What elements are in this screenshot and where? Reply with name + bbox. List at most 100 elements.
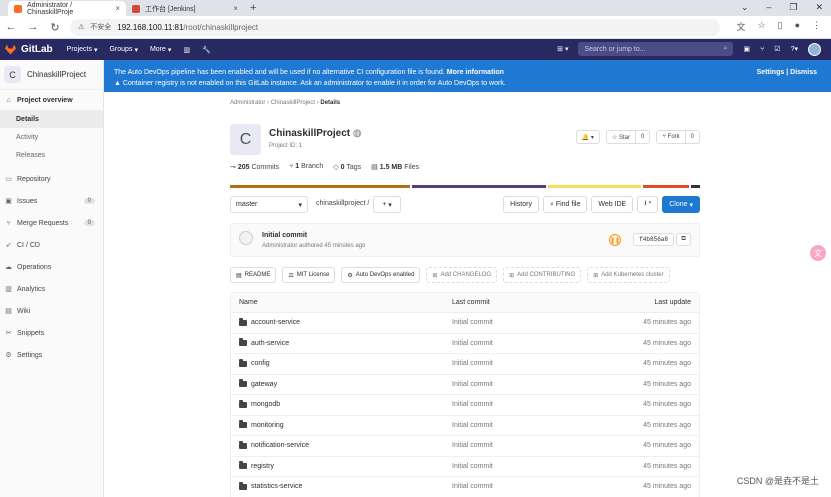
nav-more[interactable]: More ▾ bbox=[150, 46, 171, 54]
banner-dismiss-link[interactable]: Dismiss bbox=[790, 69, 817, 76]
search-input[interactable]: Search or jump to... ⌕ bbox=[578, 42, 734, 56]
shortcut-mit-license[interactable]: ⚖ MIT License bbox=[282, 267, 336, 283]
sidebar-sub-activity[interactable]: Activity bbox=[0, 128, 103, 146]
row-commit[interactable]: Initial commit bbox=[452, 401, 493, 408]
tags-link[interactable]: ◇ 0 Tags bbox=[333, 163, 361, 171]
sidebar-item-wiki[interactable]: ▤ Wiki bbox=[0, 300, 103, 322]
fork-button[interactable]: ⑂ Fork 0 bbox=[656, 130, 700, 144]
profile-icon[interactable]: ● bbox=[795, 20, 800, 33]
commit-title[interactable]: Initial commit bbox=[262, 232, 307, 239]
gitlab-fox-icon bbox=[5, 44, 16, 55]
table-row[interactable]: account-service Initial commit 45 minutes … bbox=[231, 313, 699, 334]
merge-request-icon[interactable]: ⑂ bbox=[760, 46, 764, 53]
web-ide-button[interactable]: Web IDE bbox=[591, 196, 634, 213]
branch-select[interactable]: master ▾ bbox=[230, 196, 308, 213]
close-icon[interactable]: ✕ bbox=[815, 2, 823, 13]
wrench-icon[interactable]: 🔧 bbox=[202, 46, 211, 54]
nav-groups[interactable]: Groups ▾ bbox=[109, 46, 137, 54]
browser-tab[interactable]: Administrator / ChinaskillProje × bbox=[8, 1, 126, 16]
folder-icon bbox=[239, 440, 247, 449]
sidebar-item-snippets[interactable]: ✂ Snippets bbox=[0, 322, 103, 344]
sidepanel-icon[interactable]: ▯ bbox=[778, 20, 783, 33]
minimize-icon[interactable]: – bbox=[766, 2, 771, 13]
sidebar-item-issues[interactable]: ▣ Issues 0 bbox=[0, 190, 103, 212]
row-commit[interactable]: Initial commit bbox=[452, 483, 493, 490]
back-icon[interactable]: ← bbox=[0, 21, 22, 33]
shortcut-add-contributing[interactable]: ⊞ Add CONTRIBUTING bbox=[503, 267, 582, 283]
sidebar-item-project-overview[interactable]: ⌂ Project overview bbox=[0, 90, 103, 110]
sidebar-item-repository[interactable]: ▭ Repository bbox=[0, 168, 103, 190]
reload-icon[interactable]: ↻ bbox=[44, 21, 66, 34]
commits-link[interactable]: ⊸ 205 Commits bbox=[230, 163, 279, 171]
language-bar bbox=[230, 185, 701, 188]
download-button[interactable]: ⭳ ▾ bbox=[637, 196, 659, 213]
row-commit[interactable]: Initial commit bbox=[452, 319, 493, 326]
table-row[interactable]: auth-service Initial commit 45 minutes ago bbox=[231, 334, 699, 354]
history-button[interactable]: History bbox=[503, 196, 539, 213]
table-row[interactable]: config Initial commit 45 minutes ago bbox=[231, 354, 699, 375]
user-avatar[interactable] bbox=[808, 42, 821, 56]
menu-icon[interactable]: ⋮ bbox=[812, 20, 821, 33]
nav-projects[interactable]: Projects ▾ bbox=[67, 46, 98, 54]
help-icon[interactable]: ?▾ bbox=[791, 45, 798, 53]
add-file-button[interactable]: + ▾ bbox=[373, 196, 401, 213]
plus-icon: ⊞ bbox=[509, 272, 515, 279]
sidebar-item-merge-requests[interactable]: ⑂ Merge Requests 0 bbox=[0, 212, 103, 234]
sidebar-item-settings[interactable]: ⚙ Settings bbox=[0, 344, 103, 366]
table-row[interactable]: statistics-service Initial commit 45 minut… bbox=[231, 477, 699, 497]
row-commit[interactable]: Initial commit bbox=[452, 360, 493, 367]
sidebar-item-operations[interactable]: ☁ Operations bbox=[0, 256, 103, 278]
row-commit[interactable]: Initial commit bbox=[452, 442, 493, 449]
shortcut-auto-devops-enabled[interactable]: ⚙ Auto DevOps enabled bbox=[341, 267, 421, 283]
star-button[interactable]: ☆ Star 0 bbox=[605, 130, 651, 144]
url-input[interactable]: ⚠ 不安全 192.168.100.11:81 /root/chinaskill… bbox=[70, 18, 720, 36]
todo-icon[interactable]: ☑ bbox=[774, 45, 780, 53]
breadcrumb-project[interactable]: ChinaskillProject bbox=[271, 100, 315, 106]
gitlab-logo[interactable]: GitLab bbox=[5, 44, 53, 55]
table-row[interactable]: mongodb Initial commit 45 minutes ago bbox=[231, 395, 699, 416]
find-file-button[interactable]: ⌕ Find file bbox=[542, 196, 588, 213]
commit-sha[interactable]: f4b856a8 bbox=[633, 233, 674, 246]
close-icon[interactable]: × bbox=[115, 4, 120, 13]
restore-icon[interactable]: ❐ bbox=[789, 2, 797, 13]
clone-button[interactable]: Clone ▾ bbox=[662, 196, 700, 213]
admin-chart-icon[interactable]: ▥ bbox=[183, 46, 190, 54]
row-commit[interactable]: Initial commit bbox=[452, 422, 493, 429]
table-row[interactable]: gateway Initial commit 45 minutes ago bbox=[231, 375, 699, 395]
download-icon: ⭳ ▾ bbox=[644, 200, 652, 207]
translate-icon[interactable]: 文 bbox=[737, 20, 746, 33]
rocket-icon: ➶ bbox=[5, 242, 12, 249]
row-commit[interactable]: Initial commit bbox=[452, 340, 493, 347]
new-plus-icon[interactable]: ⊞ ▾ bbox=[557, 45, 568, 53]
files-link[interactable]: ▤ 1.5 MB Files bbox=[371, 163, 419, 171]
row-commit[interactable]: Initial commit bbox=[452, 381, 493, 388]
more-information-link[interactable]: More information bbox=[447, 69, 504, 76]
chevron-down-icon[interactable]: ⌄ bbox=[741, 2, 749, 13]
shortcut-add-kubernetes-cluster[interactable]: ⊞ Add Kubernetes cluster bbox=[587, 267, 670, 283]
sidebar-sub-details[interactable]: Details bbox=[0, 110, 103, 128]
project-shortcuts: ▤ README ⚖ MIT License ⚙ Auto DevOps enabled ⊞… bbox=[230, 267, 670, 283]
sidebar-item-ci-cd[interactable]: ➶ CI / CD bbox=[0, 234, 103, 256]
banner-settings-link[interactable]: Settings bbox=[757, 69, 785, 76]
copy-icon[interactable]: ⧉ bbox=[676, 233, 691, 246]
star-icon[interactable]: ☆ bbox=[758, 20, 766, 33]
table-row[interactable]: registry Initial commit 45 minutes ago bbox=[231, 457, 699, 477]
row-commit[interactable]: Initial commit bbox=[452, 463, 493, 470]
pipeline-status-icon[interactable]: ❚❚ bbox=[609, 234, 621, 246]
sidebar-project-header[interactable]: C ChinaskillProject bbox=[0, 60, 103, 90]
shortcut-readme[interactable]: ▤ README bbox=[230, 267, 277, 283]
translate-float-icon[interactable]: 文 bbox=[810, 245, 826, 261]
forward-icon[interactable]: → bbox=[22, 21, 44, 33]
browser-tab[interactable]: 工作台 [Jenkins] × bbox=[126, 1, 244, 16]
close-icon[interactable]: × bbox=[233, 4, 238, 13]
new-tab-button[interactable]: + bbox=[250, 2, 256, 14]
sidebar-sub-releases[interactable]: Releases bbox=[0, 146, 103, 164]
branch-link[interactable]: ⑂ 1 Branch bbox=[289, 163, 323, 171]
notification-button[interactable]: 🔔 ▾ bbox=[575, 130, 600, 144]
table-row[interactable]: monitoring Initial commit 45 minutes ago bbox=[231, 416, 699, 436]
sidebar-item-analytics[interactable]: ▥ Analytics bbox=[0, 278, 103, 300]
table-row[interactable]: notification-service Initial commit 45 min… bbox=[231, 436, 699, 457]
shortcut-add-changelog[interactable]: ⊞ Add CHANGELOG bbox=[426, 267, 498, 283]
issues-icon[interactable]: ▣ bbox=[743, 45, 750, 53]
breadcrumb-administrator[interactable]: Administrator bbox=[230, 100, 265, 106]
